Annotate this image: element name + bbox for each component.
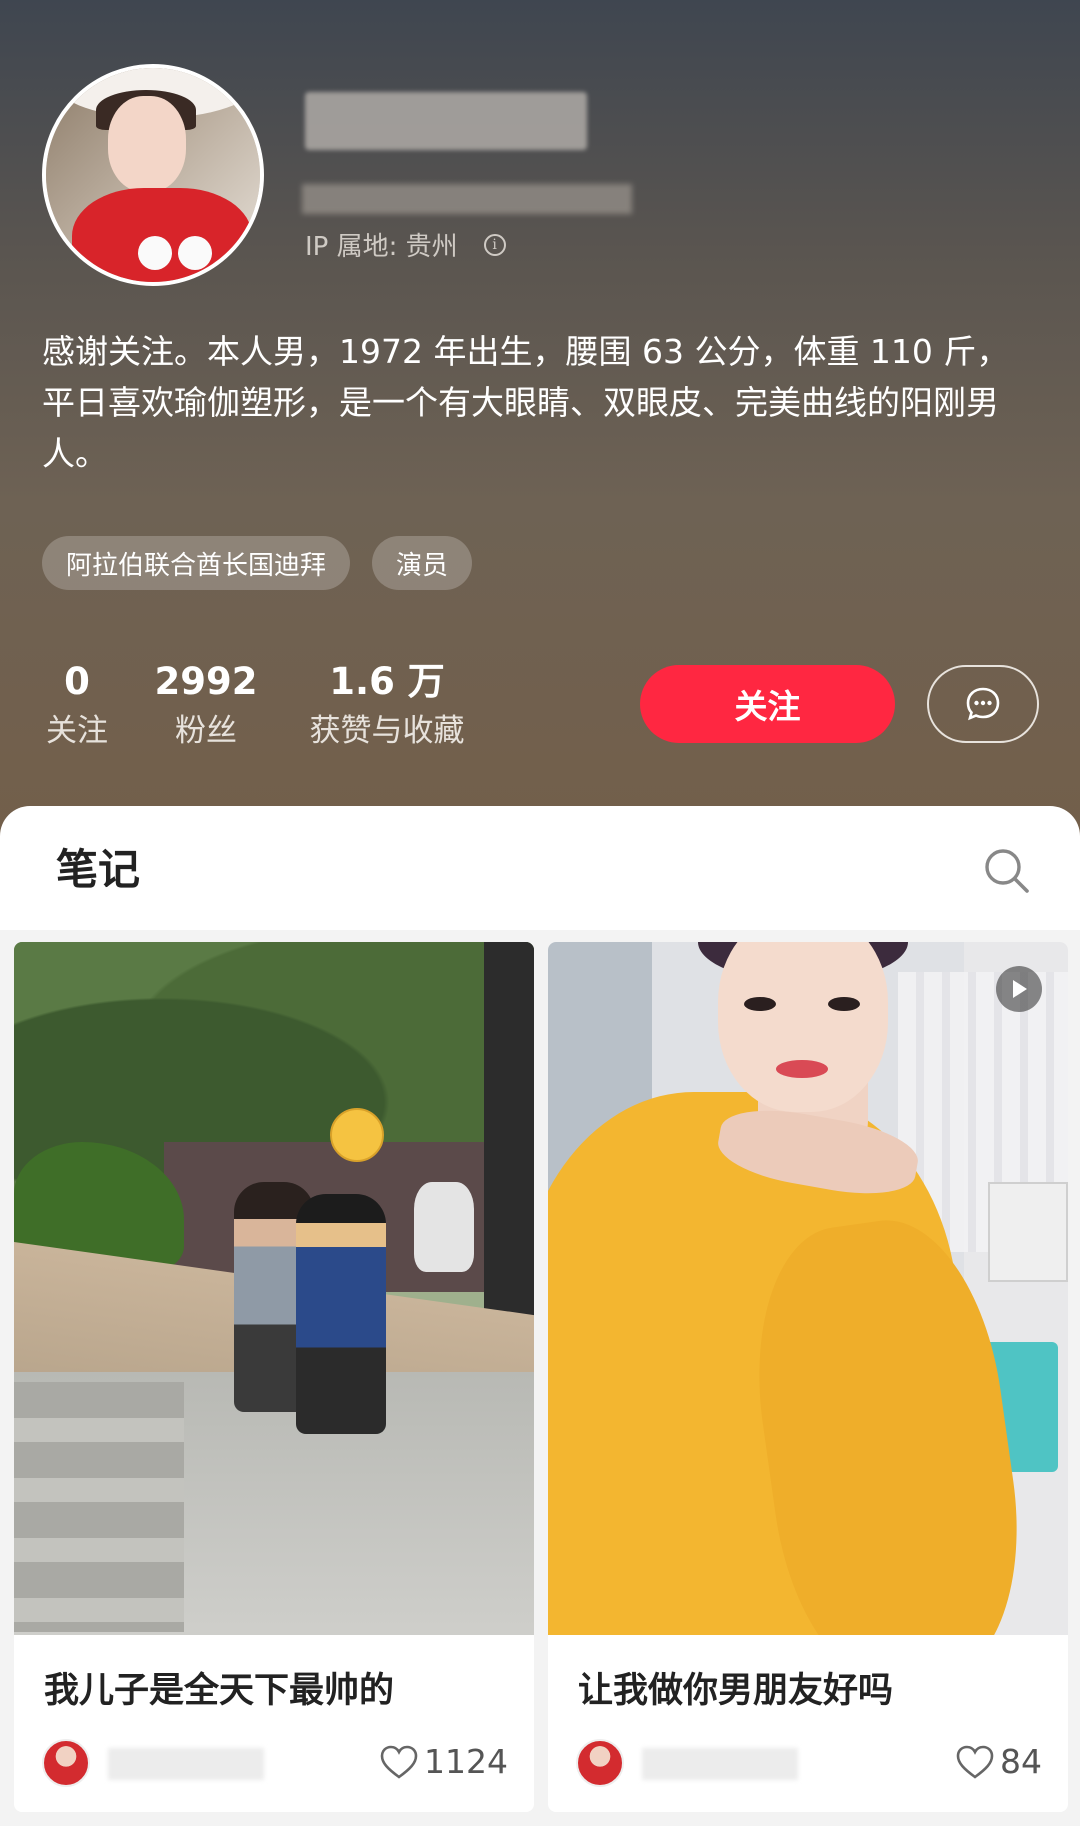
profile-avatar[interactable] bbox=[42, 64, 264, 286]
note-card[interactable]: 我儿子是全天下最帅的 1124 bbox=[14, 942, 534, 1812]
ip-location-text: IP 属地: 贵州 bbox=[305, 232, 458, 262]
follow-button[interactable]: 关注 bbox=[640, 665, 895, 743]
username-redacted bbox=[305, 92, 587, 150]
like-button[interactable]: 84 bbox=[956, 1742, 1042, 1781]
like-count: 1124 bbox=[424, 1742, 508, 1781]
stat-fans[interactable]: 2992 粉丝 bbox=[152, 660, 260, 754]
message-button[interactable] bbox=[927, 665, 1039, 743]
tag-location[interactable]: 阿拉伯联合酋长国迪拜 bbox=[42, 536, 351, 590]
author-name-redacted bbox=[108, 1748, 264, 1780]
ip-location: IP 属地: 贵州 i bbox=[305, 226, 506, 263]
heart-icon bbox=[380, 1745, 418, 1779]
note-card[interactable]: 让我做你男朋友好吗 84 bbox=[548, 942, 1068, 1812]
author-avatar[interactable] bbox=[42, 1739, 90, 1787]
stat-following-label: 关注 bbox=[46, 713, 108, 749]
emoji-sticker-icon bbox=[330, 1108, 384, 1162]
author-name-redacted bbox=[642, 1748, 798, 1780]
stat-following-value: 0 bbox=[64, 660, 90, 703]
stat-likes[interactable]: 1.6 万 获赞与收藏 bbox=[302, 660, 472, 754]
chat-bubble-icon bbox=[966, 687, 1000, 721]
profile-header: IP 属地: 贵州 i 感谢关注。本人男，1972 年出生，腰围 63 公分，体… bbox=[0, 0, 1080, 840]
heart-icon bbox=[956, 1745, 994, 1779]
user-id-redacted bbox=[302, 184, 632, 214]
tag-occupation[interactable]: 演员 bbox=[372, 536, 473, 590]
like-button[interactable]: 1124 bbox=[380, 1742, 508, 1781]
search-icon bbox=[985, 849, 1029, 893]
profile-bio: 感谢关注。本人男，1972 年出生，腰围 63 公分，体重 110 斤，平日喜欢… bbox=[42, 332, 1010, 473]
author-avatar[interactable] bbox=[576, 1739, 624, 1787]
play-icon bbox=[996, 966, 1042, 1012]
note-image-family-photo bbox=[14, 942, 534, 1635]
note-image-selfie bbox=[548, 942, 1068, 1635]
profile-tags: 阿拉伯联合酋长国迪拜 演员 bbox=[42, 536, 473, 590]
note-caption: 我儿子是全天下最帅的 bbox=[44, 1671, 395, 1711]
stat-fans-value: 2992 bbox=[154, 660, 258, 703]
stat-fans-label: 粉丝 bbox=[175, 713, 237, 749]
like-count: 84 bbox=[1000, 1742, 1042, 1781]
tab-notes[interactable]: 笔记 bbox=[56, 836, 140, 897]
info-icon[interactable]: i bbox=[483, 233, 506, 256]
stat-following[interactable]: 0 关注 bbox=[42, 660, 112, 754]
search-button[interactable] bbox=[982, 846, 1032, 896]
stat-likes-label: 获赞与收藏 bbox=[309, 713, 465, 749]
stat-likes-value: 1.6 万 bbox=[329, 660, 445, 703]
notes-tab-bar: 笔记 bbox=[0, 806, 1080, 930]
note-caption: 让我做你男朋友好吗 bbox=[578, 1671, 894, 1711]
